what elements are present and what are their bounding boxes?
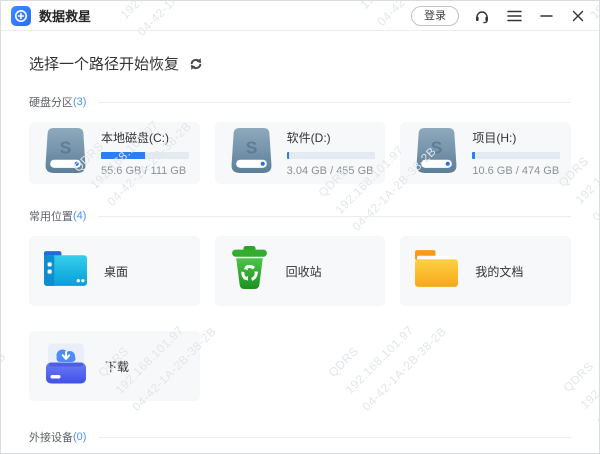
titlebar: 数据救星 登录 [1,1,599,31]
usage-progress-fill [287,152,289,159]
hard-drive-icon: S [229,127,274,179]
app-window: 数据救星 登录 [0,0,600,454]
drive-name: 项目(H:) [472,129,560,146]
drive-name: 软件(D:) [287,129,375,146]
section-label: 外接设备 [29,429,73,445]
refresh-icon[interactable] [189,57,203,71]
headset-support-icon[interactable] [473,7,491,25]
drive-card-h[interactable]: S 项目(H:) 10.6 GB / 474 GB [400,122,571,184]
drive-card-c[interactable]: S 本地磁盘(C:) 55.6 GB / 111 GB [29,122,200,184]
svg-text:S: S [431,138,443,158]
usage-progress-bar [287,152,375,159]
section-locations-header: 常用位置(4) [29,208,571,224]
location-card-recycle-bin[interactable]: 回收站 [215,236,386,306]
section-count: (3) [73,96,86,108]
usage-progress-fill [472,152,474,159]
section-external-header: 外接设备(0) [29,429,571,445]
download-tray-icon [43,342,89,390]
section-label: 常用位置 [29,208,73,224]
desktop-folder-icon [43,249,88,293]
location-card-documents[interactable]: 我的文档 [400,236,571,306]
location-label: 回收站 [286,263,322,280]
section-count: (0) [73,431,86,443]
location-label: 桌面 [104,263,128,280]
section-partitions-header: 硬盘分区(3) [29,94,571,110]
locations-grid: 桌面 回收 [29,236,571,411]
drive-usage: 3.04 GB / 455 GB [287,165,375,177]
app-logo-icon [11,6,31,26]
svg-text:S: S [245,138,257,158]
drive-usage: 55.6 GB / 111 GB [101,165,189,177]
main-content: 选择一个路径开始恢复 硬盘分区(3) [1,31,599,445]
divider [98,102,571,103]
titlebar-controls: 登录 [411,6,587,26]
hamburger-menu-icon[interactable] [505,7,523,25]
hard-drive-icon: S [43,127,88,179]
minimize-icon[interactable] [537,7,555,25]
location-label: 下载 [105,358,129,375]
section-label: 硬盘分区 [29,94,73,110]
drive-name: 本地磁盘(C:) [101,129,189,146]
location-card-downloads[interactable]: 下载 [29,331,200,401]
drive-card-d[interactable]: S 软件(D:) 3.04 GB / 455 GB [215,122,386,184]
hard-drive-icon: S [414,127,459,179]
divider [98,216,571,217]
location-card-desktop[interactable]: 桌面 [29,236,200,306]
login-button[interactable]: 登录 [411,6,459,26]
section-count: (4) [73,210,86,222]
page-title: 选择一个路径开始恢复 [29,53,179,74]
usage-progress-fill [101,152,145,159]
partitions-grid: S 本地磁盘(C:) 55.6 GB / 111 GB [29,122,571,184]
recycle-bin-icon [229,246,270,296]
close-icon[interactable] [569,7,587,25]
usage-progress-bar [101,152,189,159]
documents-folder-icon [414,249,459,293]
location-label: 我的文档 [475,263,523,280]
app-title: 数据救星 [39,6,91,25]
divider [98,437,571,438]
svg-text:S: S [60,138,72,158]
drive-usage: 10.6 GB / 474 GB [472,165,560,177]
usage-progress-bar [472,152,560,159]
